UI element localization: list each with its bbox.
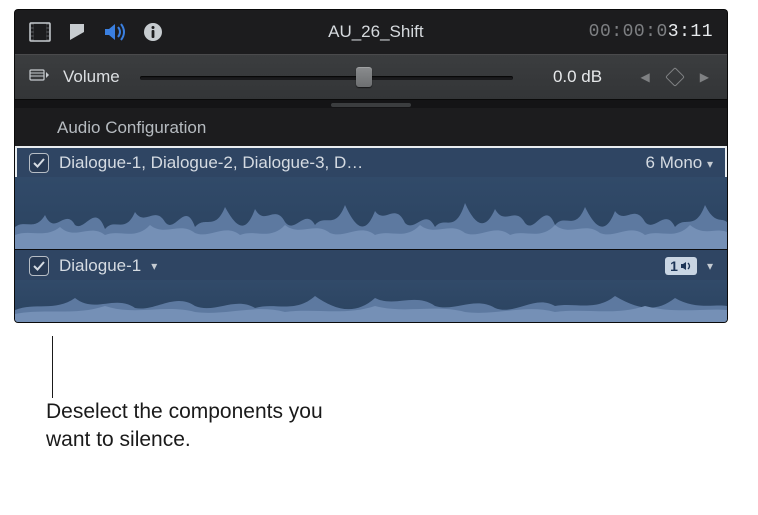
film-icon[interactable]: [29, 22, 51, 42]
waveform-display: [15, 280, 727, 322]
component-enable-checkbox[interactable]: [29, 153, 49, 173]
channel-config-dropdown[interactable]: 6 Mono ▾: [646, 153, 713, 173]
keyframe-add-icon[interactable]: [665, 67, 685, 87]
audio-configuration-title: Audio Configuration: [15, 108, 727, 146]
info-icon[interactable]: [143, 22, 163, 42]
speaker-icon[interactable]: [103, 22, 127, 42]
timecode: 00:00:03:11: [589, 22, 713, 42]
volume-slider-knob[interactable]: [356, 67, 372, 87]
volume-row: Volume 0.0 dB ◀ ▶: [15, 54, 727, 100]
channel-badge[interactable]: 1: [665, 257, 697, 275]
audio-component-row[interactable]: Dialogue-1 ▾ 1 ▾: [15, 249, 727, 322]
volume-param-icon[interactable]: [29, 67, 49, 88]
keyframe-next[interactable]: ▶: [696, 70, 713, 84]
resize-handle[interactable]: [15, 100, 727, 108]
callout-text: Deselect the components you want to sile…: [46, 398, 346, 455]
clip-name: AU_26_Shift: [328, 22, 423, 42]
chevron-down-icon: ▾: [707, 157, 713, 171]
chevron-down-icon[interactable]: ▾: [707, 259, 713, 273]
waveform-display: [15, 177, 727, 249]
volume-value[interactable]: 0.0 dB: [533, 67, 623, 87]
annotation-callout: Deselect the components you want to sile…: [46, 398, 346, 455]
inspector-header: AU_26_Shift 00:00:03:11: [15, 10, 727, 54]
keyframe-prev[interactable]: ◀: [637, 70, 654, 84]
marker-icon[interactable]: [67, 22, 87, 42]
audio-component-row[interactable]: Dialogue-1, Dialogue-2, Dialogue-3, D… 6…: [15, 146, 727, 249]
volume-slider[interactable]: [140, 74, 513, 80]
chevron-down-icon[interactable]: ▾: [151, 259, 157, 273]
component-label: Dialogue-1: [59, 256, 141, 276]
audio-inspector-panel: AU_26_Shift 00:00:03:11 Volume 0.0 dB ◀ …: [15, 10, 727, 322]
callout-leader-line: [52, 336, 53, 398]
component-enable-checkbox[interactable]: [29, 256, 49, 276]
volume-label: Volume: [63, 67, 120, 87]
component-label: Dialogue-1, Dialogue-2, Dialogue-3, D…: [59, 153, 363, 173]
